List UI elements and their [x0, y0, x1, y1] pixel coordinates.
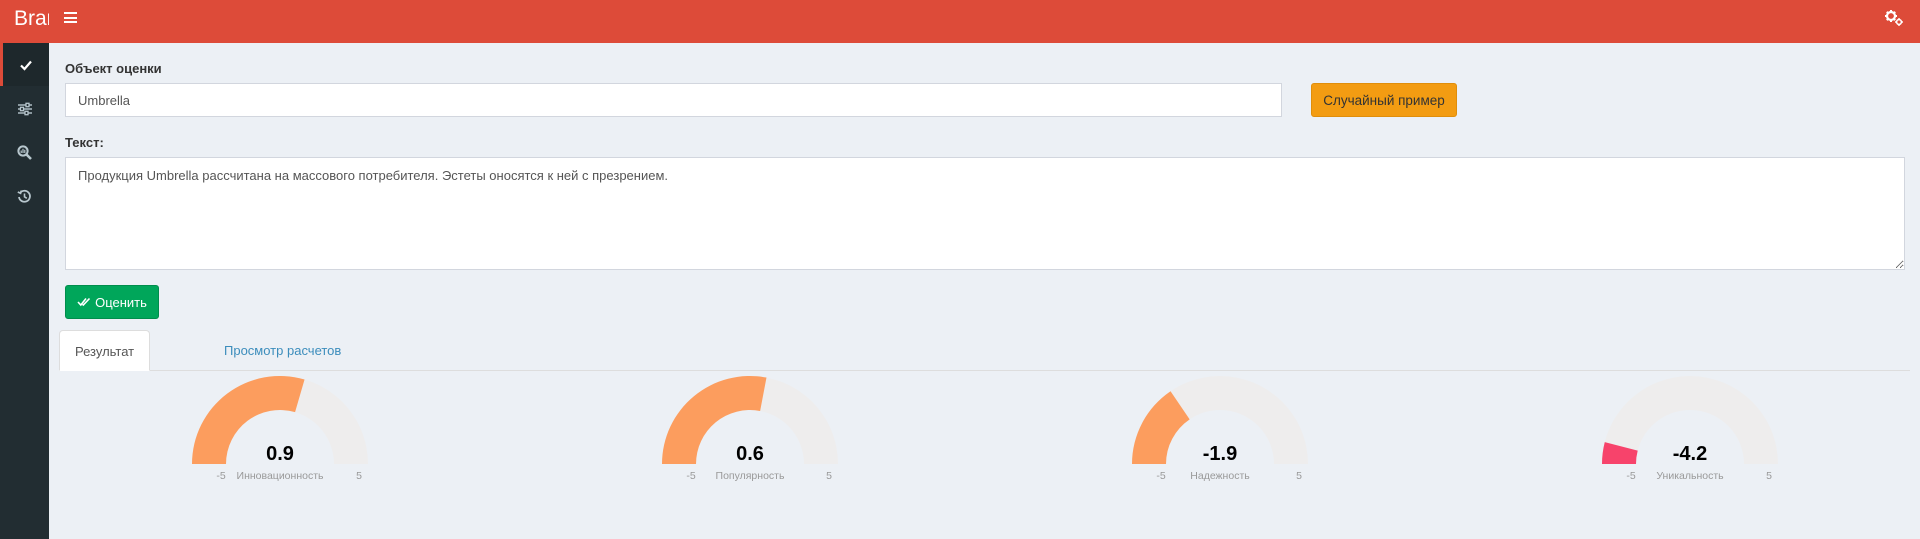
gears-icon[interactable] — [1884, 8, 1904, 28]
gauge-min: -5 — [686, 470, 696, 482]
gauge-value: 0.9 — [266, 443, 294, 465]
sidebar-item-analysis[interactable] — [0, 131, 49, 174]
history-icon — [17, 189, 31, 203]
search-chart-icon — [17, 145, 32, 160]
random-example-button[interactable]: Случайный пример — [1311, 83, 1457, 117]
gauge-innovation: 0.9 Инновационность -5 5 — [180, 376, 380, 486]
evaluate-button[interactable]: Оценить — [65, 285, 159, 319]
check-icon — [20, 60, 32, 71]
tab-result[interactable]: Результат — [59, 330, 151, 371]
gauge-max: 5 — [1296, 470, 1302, 482]
sidebar-item-settings[interactable] — [0, 87, 49, 130]
gauge-value: 0.6 — [736, 443, 764, 465]
gauge-max: 5 — [356, 470, 362, 482]
gauge-min: -5 — [216, 470, 226, 482]
gauge-min: -5 — [1626, 470, 1636, 482]
gauge-value: -1.9 — [1202, 443, 1238, 465]
sliders-icon — [17, 102, 32, 115]
gauge-popularity: 0.6 Популярность -5 5 — [650, 376, 850, 486]
sidebar-item-evaluate[interactable] — [0, 43, 49, 86]
double-check-icon — [77, 297, 91, 307]
gauge-max: 5 — [826, 470, 832, 482]
object-input[interactable] — [65, 83, 1282, 117]
brand-logo[interactable]: Brand — [0, 0, 49, 43]
gauge-reliability: -1.9 Надежность -5 5 — [1120, 376, 1320, 486]
text-label: Текст: — [65, 135, 104, 150]
result-tabs: Результат Просмотр расчетов — [59, 330, 1910, 371]
top-navbar: Brand — [0, 0, 1920, 43]
sidebar-item-history[interactable] — [0, 175, 49, 218]
evaluate-button-label: Оценить — [95, 294, 147, 310]
gauge-min: -5 — [1156, 470, 1166, 482]
sidebar — [0, 43, 49, 539]
hamburger-icon[interactable] — [63, 10, 78, 25]
tab-calculations[interactable]: Просмотр расчетов — [209, 330, 356, 371]
gauge-max: 5 — [1766, 470, 1772, 482]
gauge-value: -4.2 — [1672, 443, 1708, 465]
gauge-uniqueness: -4.2 Уникальность -5 5 — [1590, 376, 1790, 486]
text-input[interactable]: Продукция Umbrella рассчитана на массово… — [65, 157, 1905, 270]
object-label: Объект оценки — [65, 61, 162, 76]
